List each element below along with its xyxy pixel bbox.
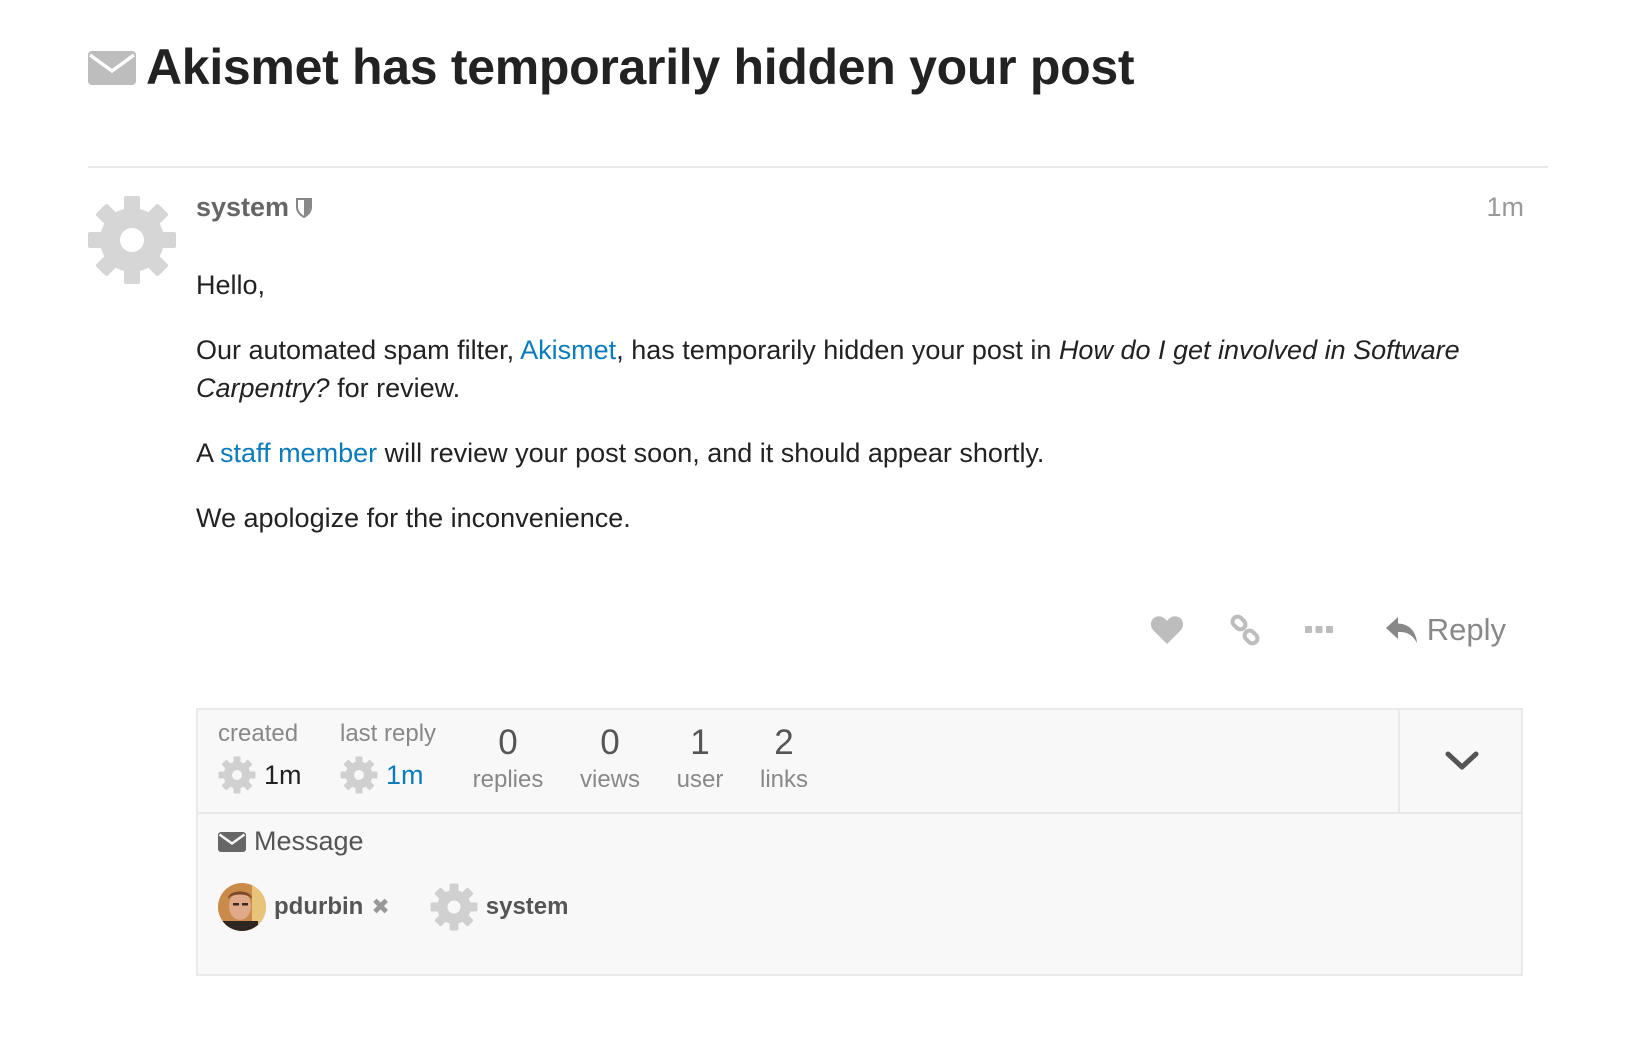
topic-header: Akismet has temporarily hidden your post	[88, 38, 1135, 96]
created-label: created	[218, 720, 299, 747]
message-label: Message	[254, 826, 364, 856]
envelope-icon	[88, 51, 136, 85]
user-avatar[interactable]	[218, 883, 266, 931]
ellipsis-icon	[1304, 626, 1333, 633]
reply-icon	[1385, 617, 1417, 643]
staff-member-link[interactable]: staff member	[220, 438, 377, 468]
last-reply-stat[interactable]: last reply 1m	[340, 720, 436, 794]
participant-name: pdurbin	[274, 893, 364, 920]
participant-pdurbin[interactable]: pdurbin ✖	[218, 883, 390, 931]
heart-icon	[1150, 616, 1183, 644]
share-link-button[interactable]	[1223, 614, 1267, 646]
post-age[interactable]: 1m	[1486, 192, 1524, 223]
created-stat: created 1m	[218, 720, 302, 794]
last-reply-label: last reply	[340, 720, 437, 747]
post-username[interactable]: system	[196, 192, 289, 223]
header-divider	[88, 166, 1548, 168]
post-body: Hello, Our automated spam filter, Akisme…	[196, 266, 1486, 564]
envelope-icon	[218, 831, 246, 852]
review-paragraph: A staff member will review your post soo…	[196, 438, 1045, 468]
more-actions-button[interactable]	[1299, 626, 1339, 634]
users-count: 1	[690, 723, 710, 762]
topic-map-expand-button[interactable]	[1398, 710, 1523, 814]
shield-icon	[296, 197, 313, 218]
last-reply-gear-icon[interactable]	[340, 756, 378, 794]
participant-name: system	[485, 893, 569, 920]
users-label: user	[676, 766, 724, 793]
page-title: Akismet has temporarily hidden your post	[146, 39, 1135, 95]
last-reply-value[interactable]: 1m	[386, 760, 424, 791]
like-button[interactable]	[1145, 615, 1189, 645]
akismet-link[interactable]: Akismet	[520, 335, 616, 365]
chevron-down-icon	[1445, 751, 1478, 770]
apology-paragraph: We apologize for the inconvenience.	[196, 503, 631, 533]
message-type: Message	[218, 826, 608, 857]
topic-map: created 1m last reply 1m 0 replies 0 vie…	[196, 708, 1523, 976]
link-icon	[1230, 614, 1260, 646]
notice-paragraph: Our automated spam filter, Akismet, has …	[196, 335, 1460, 403]
views-count: 0	[600, 723, 620, 762]
reply-label: Reply	[1426, 612, 1506, 647]
remove-participant-icon[interactable]: ✖	[371, 894, 389, 920]
replies-count: 0	[498, 723, 518, 762]
post-author: system	[196, 192, 313, 223]
post-actions: Reply	[1145, 612, 1506, 648]
topic-map-participants: Message pdurbin ✖ system	[218, 826, 608, 931]
gear-icon[interactable]	[430, 883, 478, 931]
views-stat: 0 views	[570, 724, 650, 794]
participant-system[interactable]: system	[430, 883, 569, 931]
created-by-gear-icon[interactable]	[218, 756, 256, 794]
topic-map-stats: created 1m last reply 1m 0 replies 0 vie…	[198, 710, 1398, 814]
replies-stat: 0 replies	[468, 724, 548, 794]
greeting-paragraph: Hello,	[196, 270, 266, 300]
views-label: views	[579, 766, 640, 793]
participant-list: pdurbin ✖ system	[218, 883, 608, 931]
replies-label: replies	[472, 766, 544, 793]
links-stat: 2 links	[754, 724, 814, 794]
links-count: 2	[774, 723, 794, 762]
system-avatar-gear-icon[interactable]	[88, 196, 176, 284]
users-stat: 1 user	[670, 724, 730, 794]
reply-button[interactable]: Reply	[1385, 612, 1506, 648]
created-value: 1m	[264, 759, 302, 790]
links-label: links	[759, 766, 808, 793]
